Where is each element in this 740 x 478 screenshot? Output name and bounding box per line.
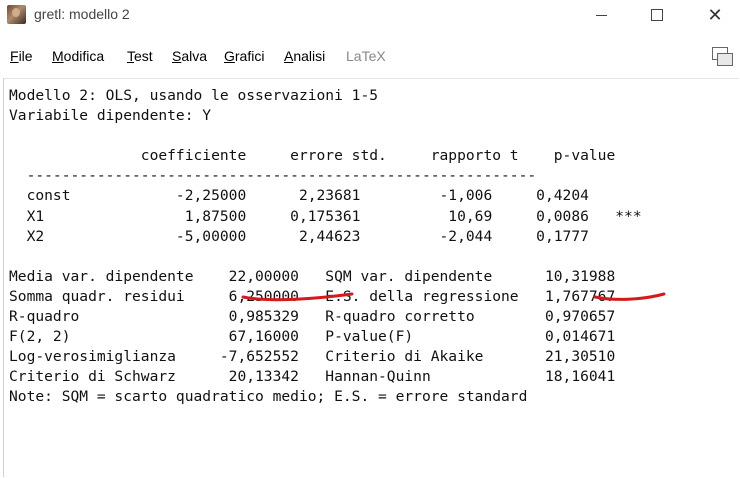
close-icon: ✕ [707, 4, 723, 25]
minimize-button[interactable] [578, 0, 624, 30]
copy-icon[interactable] [712, 47, 733, 66]
stat-row: R-quadro 0,985329 R-quadro corretto 0,97… [9, 308, 616, 326]
menu-test[interactable]: Test [127, 48, 153, 64]
coef-row: X1 1,87500 0,175361 10,69 0,0086 *** [9, 207, 642, 225]
minimize-icon [595, 14, 607, 16]
dependent-variable: Variabile dipendente: Y [9, 107, 212, 125]
model-output: Modello 2: OLS, usando le osservazioni 1… [9, 86, 642, 408]
separator: ----------------------------------------… [9, 167, 537, 185]
window-title: gretl: modello 2 [34, 6, 130, 22]
menu-analisi[interactable]: Analisi [284, 48, 325, 64]
coef-row: const -2,25000 2,23681 -1,006 0,4204 [9, 187, 589, 205]
maximize-button[interactable] [634, 0, 680, 30]
menu-latex: LaTeX [346, 48, 386, 64]
title-bar: gretl: modello 2 ✕ [0, 0, 740, 30]
stat-row: Somma quadr. residui 6,250000 E.S. della… [9, 287, 616, 305]
coef-row: X2 -5,00000 2,44623 -2,044 0,1777 [9, 227, 589, 245]
stat-row: Criterio di Schwarz 20,13342 Hannan-Quin… [9, 368, 616, 386]
menu-file[interactable]: File [10, 48, 33, 64]
stat-row: Media var. dipendente 22,00000 SQM var. … [9, 267, 616, 285]
menu-modifica[interactable]: Modifica [52, 48, 104, 64]
note: Note: SQM = scarto quadratico medio; E.S… [9, 388, 528, 406]
menu-grafici[interactable]: Grafici [224, 48, 264, 64]
maximize-icon [651, 9, 663, 21]
stat-row: F(2, 2) 67,16000 P-value(F) 0,014671 [9, 328, 616, 346]
column-headers: coefficiente errore std. rapporto t p-va… [9, 147, 616, 165]
menu-salva[interactable]: Salva [172, 48, 207, 64]
close-button[interactable]: ✕ [692, 0, 738, 30]
app-icon [7, 5, 26, 24]
menu-bar: File Modifica Test Salva Grafici Analisi… [0, 40, 740, 74]
model-heading: Modello 2: OLS, usando le osservazioni 1… [9, 87, 379, 104]
stat-row: Log-verosimiglianza -7,652552 Criterio d… [9, 348, 616, 366]
